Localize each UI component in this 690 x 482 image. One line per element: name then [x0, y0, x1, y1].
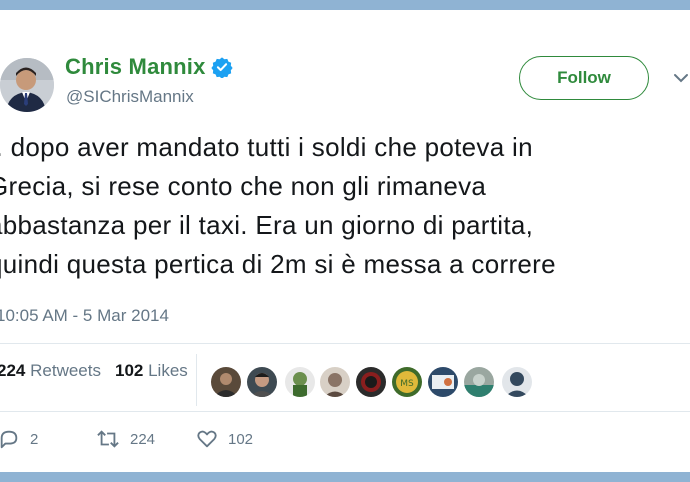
tweet-card: Chris Mannix @SIChrisMannix Follow .. do… [0, 10, 690, 472]
divider [0, 411, 690, 412]
tweet-line: quindi questa pertica di 2m si è messa a… [0, 249, 556, 279]
retweets-count: 224 [0, 361, 26, 380]
liker-avatar[interactable]: MS [392, 367, 422, 397]
likes-stat[interactable]: 102 Likes [115, 361, 188, 380]
tweet-timestamp[interactable]: 10:05 AM - 5 Mar 2014 [0, 306, 169, 326]
like-count: 102 [228, 430, 254, 448]
liker-avatar[interactable] [247, 367, 277, 397]
retweet-icon [97, 430, 119, 448]
retweet-action[interactable]: 224 [96, 428, 155, 450]
retweet-count: 224 [130, 430, 156, 448]
liker-avatar[interactable] [211, 367, 241, 397]
reply-icon [0, 430, 18, 449]
reply-count: 2 [30, 430, 39, 448]
divider [196, 354, 197, 406]
divider [0, 343, 690, 344]
tweet-line: Grecia, si rese conto che non gli rimane… [0, 171, 487, 201]
engagement-stats: 224 Retweets 102 Likes [0, 361, 188, 381]
liker-avatar[interactable] [320, 367, 350, 397]
verified-badge-icon [211, 57, 233, 78]
author-avatar[interactable] [0, 58, 54, 112]
tweet-text: .. dopo aver mandato tutti i soldi che p… [0, 128, 690, 284]
author-handle[interactable]: @SIChrisMannix [66, 87, 194, 107]
liker-avatar[interactable] [428, 367, 458, 397]
follow-button[interactable]: Follow [519, 56, 649, 100]
tweet-line: abbastanza per il taxi. Era un giorno di… [0, 210, 534, 240]
chevron-down-icon[interactable] [673, 72, 689, 84]
heart-icon [197, 430, 217, 448]
retweets-label: Retweets [30, 361, 101, 380]
likes-count: 102 [114, 361, 144, 380]
like-action[interactable]: 102 [196, 428, 253, 450]
svg-text:MS: MS [400, 379, 414, 389]
liker-avatar[interactable] [356, 367, 386, 397]
author-name[interactable]: Chris Mannix [65, 54, 206, 80]
liker-avatar[interactable] [502, 367, 532, 397]
reply-action[interactable]: 2 [0, 428, 38, 450]
likes-label: Likes [148, 361, 188, 380]
tweet-line: .. dopo aver mandato tutti i soldi che p… [0, 132, 533, 162]
liker-avatar[interactable] [285, 367, 315, 397]
liker-avatar[interactable] [464, 367, 494, 397]
retweets-stat[interactable]: 224 Retweets [0, 361, 101, 380]
